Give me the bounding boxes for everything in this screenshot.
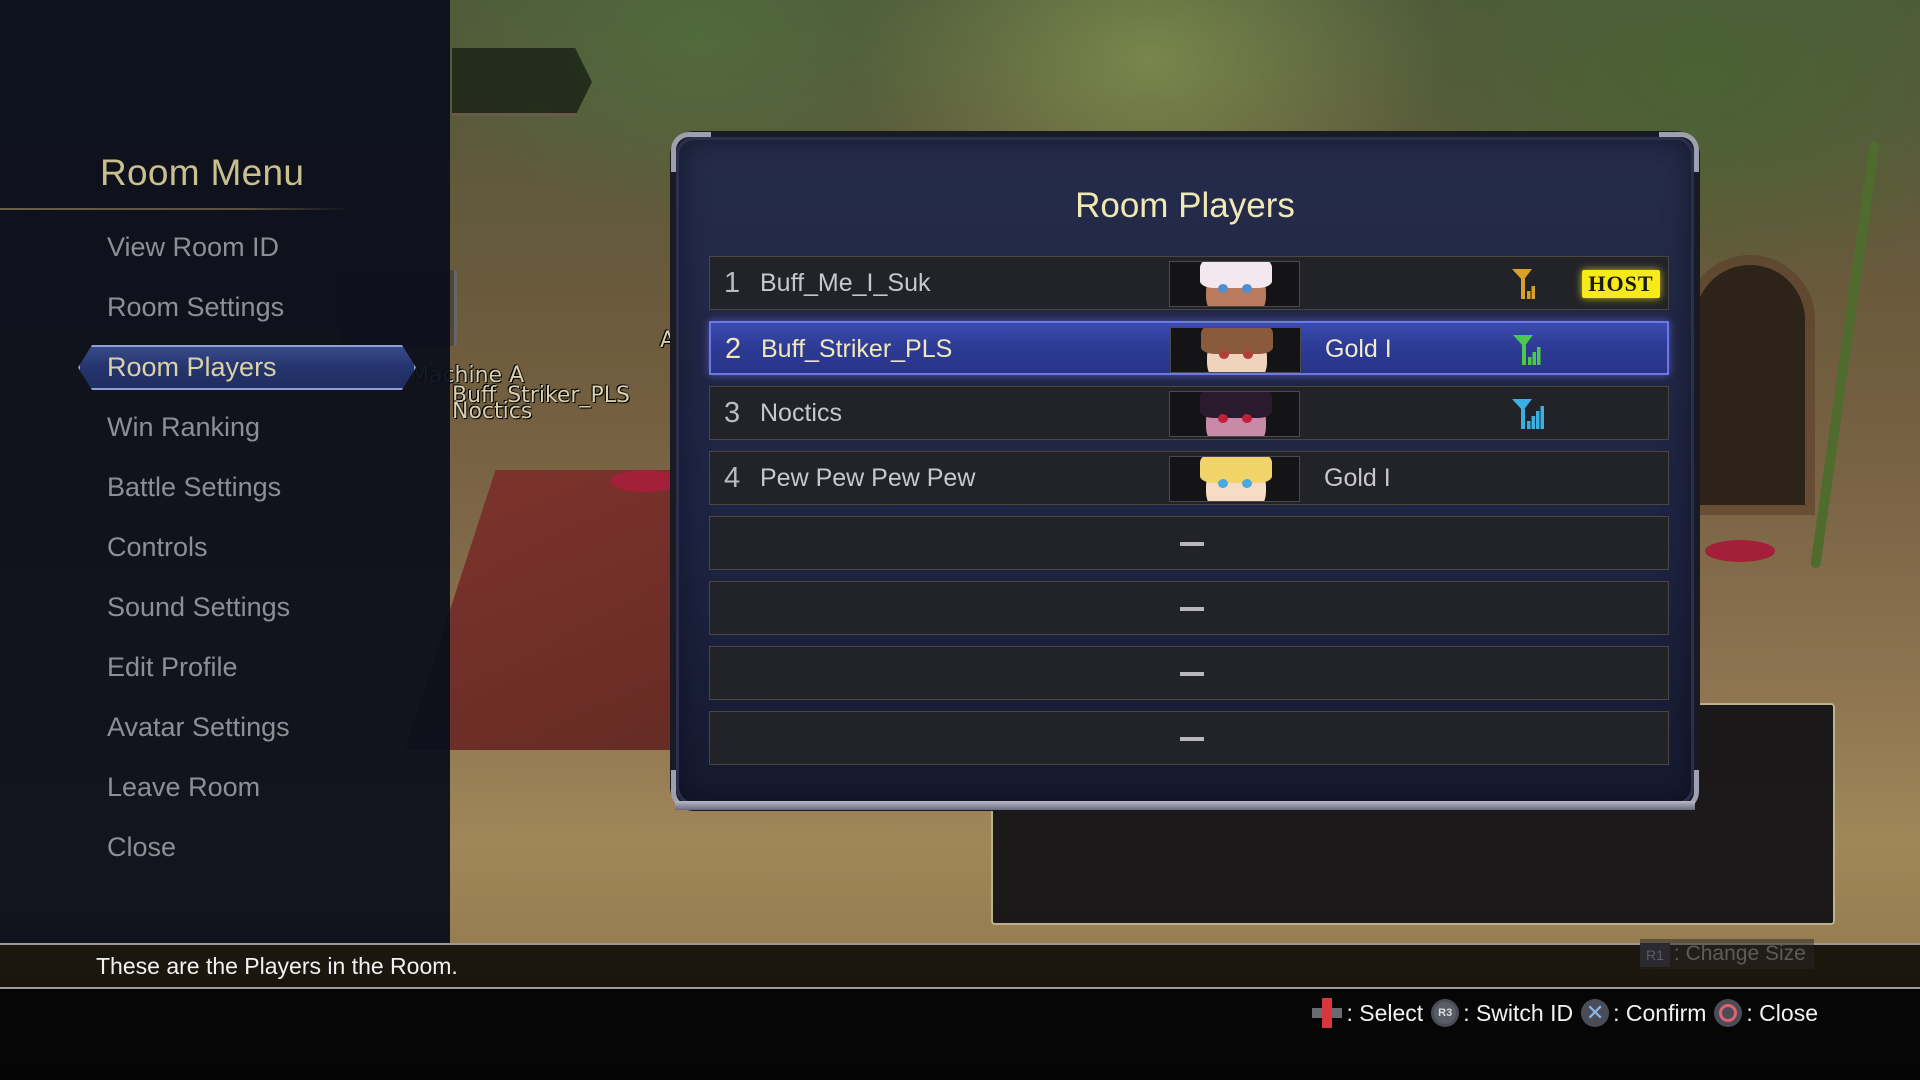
signal-bar [1532,352,1536,365]
player-name: Pew Pew Pew Pew [760,464,976,492]
room-menu-panel: Room Menu View Room ID Room Settings Roo… [0,0,450,945]
world-nametag: Noctics [452,399,533,424]
player-row[interactable]: 4 Pew Pew Pew Pew Gold I [709,451,1669,505]
player-row[interactable]: 3 Noctics [709,386,1669,440]
divider [0,208,350,210]
empty-slot-row[interactable] [709,516,1669,570]
change-size-label: : Change Size [1673,942,1806,965]
signal-bar [1540,406,1544,429]
help-text: These are the Players in the Room. [96,953,458,979]
menu-item-controls[interactable]: Controls [107,525,208,569]
signal-bar [1537,347,1541,365]
slot-number: 2 [725,333,742,365]
menu-item-leave-room[interactable]: Leave Room [107,765,260,809]
room-players-panel: Room Players 1 Buff_Me_I_Suk HOST 2 Buff_Str… [671,132,1699,810]
player-avatar [1169,456,1300,502]
hint-close[interactable]: : Close [1714,999,1818,1027]
hint-close-label: : Close [1746,999,1818,1026]
slot-number: 1 [724,267,741,299]
r3-button-icon: R3 [1431,999,1460,1027]
menu-item-sound-settings[interactable]: Sound Settings [107,585,290,629]
empty-slot-dash [1180,672,1204,676]
menu-item-view-room-id[interactable]: View Room ID [107,225,279,269]
cross-button-icon: ✕ [1581,999,1610,1027]
signal-bar [1531,286,1535,299]
controls-hints: : Select R3 : Switch ID ✕ : Confirm : Cl… [1312,995,1818,1031]
room-players-title: Room Players [1075,186,1295,225]
player-rank: Gold I [1325,335,1392,363]
panel-bottom-rail [675,801,1695,810]
menu-item-edit-profile[interactable]: Edit Profile [107,645,238,689]
empty-slot-dash [1180,542,1204,546]
r1-button-icon: R1 [1640,943,1670,967]
world-stool [1705,540,1775,562]
hint-select[interactable]: : Select [1312,998,1423,1028]
player-name: Noctics [760,399,842,427]
menu-item-avatar-settings[interactable]: Avatar Settings [107,705,290,749]
slot-number: 3 [724,397,741,429]
hint-switch-id[interactable]: R3 : Switch ID [1431,999,1573,1027]
menu-item-win-ranking[interactable]: Win Ranking [107,405,260,449]
player-avatar [1169,391,1300,437]
connection-signal-icon [1512,399,1544,429]
player-avatar [1170,327,1301,373]
empty-slot-row[interactable] [709,711,1669,765]
player-avatar [1169,261,1300,307]
connection-signal-icon [1513,335,1541,365]
world-sign [452,48,592,116]
hint-confirm-label: : Confirm [1613,999,1707,1026]
room-menu-title: Room Menu [100,152,305,193]
signal-bar [1531,416,1535,429]
change-size-hint: R1: Change Size [1640,939,1814,969]
player-rank: Gold I [1324,464,1391,492]
empty-slot-dash [1180,737,1204,741]
hint-switch-id-label: : Switch ID [1463,999,1574,1026]
hint-select-label: : Select [1346,999,1424,1026]
world-door [1695,265,1805,505]
menu-item-room-settings[interactable]: Room Settings [107,285,284,329]
empty-slot-row[interactable] [709,646,1669,700]
signal-bar [1527,291,1531,299]
player-name: Buff_Striker_PLS [761,335,953,363]
world-vine [1810,141,1880,569]
player-name: Buff_Me_I_Suk [760,269,931,297]
menu-item-battle-settings[interactable]: Battle Settings [107,465,281,509]
panel-corner-ornament [1659,132,1699,172]
help-strip: These are the Players in the Room. [0,943,1920,989]
empty-slot-dash [1180,607,1204,611]
world-stool [610,470,680,492]
panel-corner-ornament [671,132,711,172]
connection-signal-icon [1512,269,1535,299]
signal-bar [1536,411,1540,429]
host-badge: HOST [1582,270,1660,298]
signal-bar [1528,357,1532,365]
empty-slot-row[interactable] [709,581,1669,635]
slot-number: 4 [724,462,741,494]
hint-confirm[interactable]: ✕ : Confirm [1581,999,1706,1027]
dpad-icon [1312,998,1343,1028]
player-row[interactable]: 2 Buff_Striker_PLS Gold I [709,321,1669,375]
menu-item-room-players[interactable]: Room Players [107,345,277,389]
menu-item-close[interactable]: Close [107,825,176,869]
circle-button-icon [1714,999,1743,1027]
player-row[interactable]: 1 Buff_Me_I_Suk HOST [709,256,1669,310]
signal-bar [1527,421,1531,429]
